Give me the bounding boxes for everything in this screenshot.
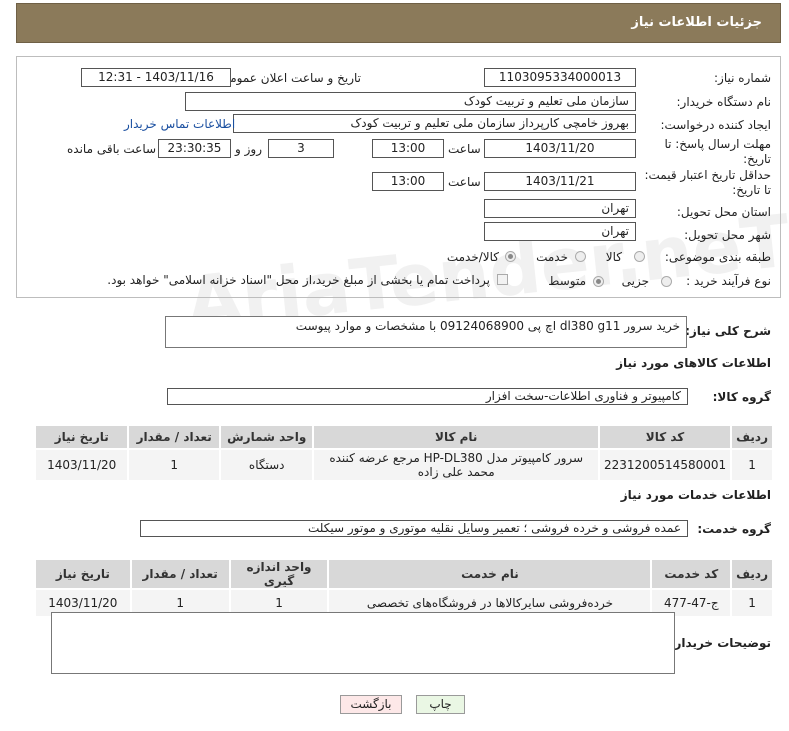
category-option-goods: کالا bbox=[605, 250, 622, 264]
announce-datetime-field: 1403/11/16 - 12:31 bbox=[81, 68, 231, 87]
goods-col-qty: تعداد / مقدار bbox=[127, 424, 221, 450]
goods-cell-unit: دستگاه bbox=[218, 448, 315, 482]
services-section-title: اطلاعات خدمات مورد نیاز bbox=[620, 488, 771, 502]
category-option-goods-service: کالا/خدمت bbox=[446, 250, 499, 264]
services-table-header: ردیف کد خدمت نام خدمت واحد اندازه گیری ت… bbox=[34, 558, 774, 590]
page-title: جزئیات اطلاعات نیاز bbox=[631, 15, 762, 30]
process-label: نوع فرآیند خرید : bbox=[686, 274, 771, 288]
goods-table: ردیف کد کالا نام کالا واحد شمارش تعداد /… bbox=[33, 424, 774, 482]
reply-deadline-time-label: ساعت bbox=[448, 142, 481, 156]
services-col-unit: واحد اندازه گیری bbox=[228, 558, 330, 590]
services-col-qty: تعداد / مقدار bbox=[129, 558, 231, 590]
goods-col-date: تاریخ نیاز bbox=[33, 424, 130, 450]
reply-remaining-label: ساعت باقی مانده bbox=[67, 142, 157, 156]
category-radio-goods[interactable] bbox=[634, 251, 645, 262]
process-radio-minor[interactable] bbox=[661, 276, 672, 287]
reply-deadline-label: مهلت ارسال پاسخ: تا تاریخ: bbox=[664, 137, 771, 166]
services-group-field: عمده فروشی و خرده فروشی ؛ تعمیر وسایل نق… bbox=[140, 520, 688, 537]
treasury-payment-note: پرداخت تمام یا بخشی از مبلغ خرید،از محل … bbox=[107, 273, 490, 287]
goods-cell-qty: 1 bbox=[127, 448, 221, 482]
page-header: جزئیات اطلاعات نیاز bbox=[16, 3, 781, 43]
goods-section-title: اطلاعات کالاهای مورد نیاز bbox=[616, 356, 771, 370]
goods-col-unit: واحد شمارش bbox=[218, 424, 315, 450]
services-col-name: نام خدمت bbox=[327, 558, 653, 590]
goods-cell-date: 1403/11/20 bbox=[33, 448, 130, 482]
table-row: 1 2231200514580001 سرور کامپیوتر مدل HP-… bbox=[33, 448, 774, 482]
goods-group-label: گروه کالا: bbox=[712, 390, 771, 404]
province-field: تهران bbox=[484, 199, 636, 218]
need-number-field: 1103095334000013 bbox=[484, 68, 636, 87]
buyer-org-field: سازمان ملی تعلیم و تربیت کودک bbox=[185, 92, 636, 111]
buyer-org-label: نام دستگاه خریدار: bbox=[676, 95, 772, 109]
goods-cell-name: سرور کامپیوتر مدل HP-DL380 مرجع عرضه کنن… bbox=[312, 448, 600, 482]
category-radio-goods-service[interactable] bbox=[505, 251, 516, 262]
announce-datetime-label: تاریخ و ساعت اعلان عمومی: bbox=[216, 71, 361, 85]
services-col-date: تاریخ نیاز bbox=[34, 558, 132, 590]
buyer-contact-link[interactable]: اطلاعات تماس خریدار bbox=[124, 117, 235, 131]
price-validity-time-label: ساعت bbox=[448, 175, 481, 189]
back-button[interactable]: بازگشت bbox=[340, 695, 402, 714]
need-number-label: شماره نیاز: bbox=[714, 71, 771, 85]
goods-col-row: ردیف bbox=[730, 424, 774, 450]
price-validity-time-field: 13:00 bbox=[372, 172, 444, 191]
reply-days-label: روز و bbox=[235, 142, 262, 156]
goods-cell-code: 2231200514580001 bbox=[597, 448, 733, 482]
category-radio-service[interactable] bbox=[575, 251, 586, 262]
process-option-medium: متوسط bbox=[548, 274, 586, 288]
services-col-code: کد خدمت bbox=[650, 558, 733, 590]
city-label: شهر محل تحویل: bbox=[684, 228, 771, 242]
price-validity-label: حداقل تاریخ اعتبار قیمت: تا تاریخ: bbox=[644, 168, 771, 197]
process-option-minor: جزیی bbox=[621, 274, 649, 288]
reply-deadline-date-field: 1403/11/20 bbox=[484, 139, 636, 158]
description-label: شرح کلی نیاز: bbox=[685, 324, 771, 338]
process-radio-medium[interactable] bbox=[593, 276, 604, 287]
reply-deadline-time-field: 13:00 bbox=[372, 139, 444, 158]
print-button[interactable]: چاپ bbox=[416, 695, 465, 714]
category-option-service: خدمت bbox=[536, 250, 568, 264]
province-label: استان محل تحویل: bbox=[676, 205, 771, 219]
category-label: طبقه بندی موضوعی: bbox=[664, 250, 771, 264]
city-field: تهران bbox=[484, 222, 636, 241]
goods-cell-row: 1 bbox=[730, 448, 774, 482]
requester-field: بهروز خامچی کارپرداز سازمان ملی تعلیم و … bbox=[233, 114, 636, 133]
reply-remaining-field: 23:30:35 bbox=[158, 139, 231, 158]
services-cell-row: 1 bbox=[730, 588, 774, 618]
buyer-notes-label: توضیحات خریدار: bbox=[669, 636, 771, 650]
goods-group-field: کامپیوتر و فناوری اطلاعات-سخت افزار bbox=[167, 388, 688, 405]
goods-col-code: کد کالا bbox=[597, 424, 733, 450]
services-group-label: گروه خدمت: bbox=[697, 522, 771, 536]
treasury-payment-checkbox[interactable] bbox=[497, 274, 508, 285]
price-validity-date-field: 1403/11/21 bbox=[484, 172, 636, 191]
goods-col-name: نام کالا bbox=[312, 424, 600, 450]
goods-table-header: ردیف کد کالا نام کالا واحد شمارش تعداد /… bbox=[33, 424, 774, 450]
services-table: ردیف کد خدمت نام خدمت واحد اندازه گیری ت… bbox=[34, 558, 774, 618]
buyer-notes-textarea[interactable] bbox=[51, 612, 675, 674]
description-field: خرید سرور dl380 g11 اچ پی 09124068900 با… bbox=[165, 316, 687, 348]
requester-label: ایجاد کننده درخواست: bbox=[660, 118, 771, 132]
services-col-row: ردیف bbox=[730, 558, 774, 590]
reply-days-field: 3 bbox=[268, 139, 334, 158]
